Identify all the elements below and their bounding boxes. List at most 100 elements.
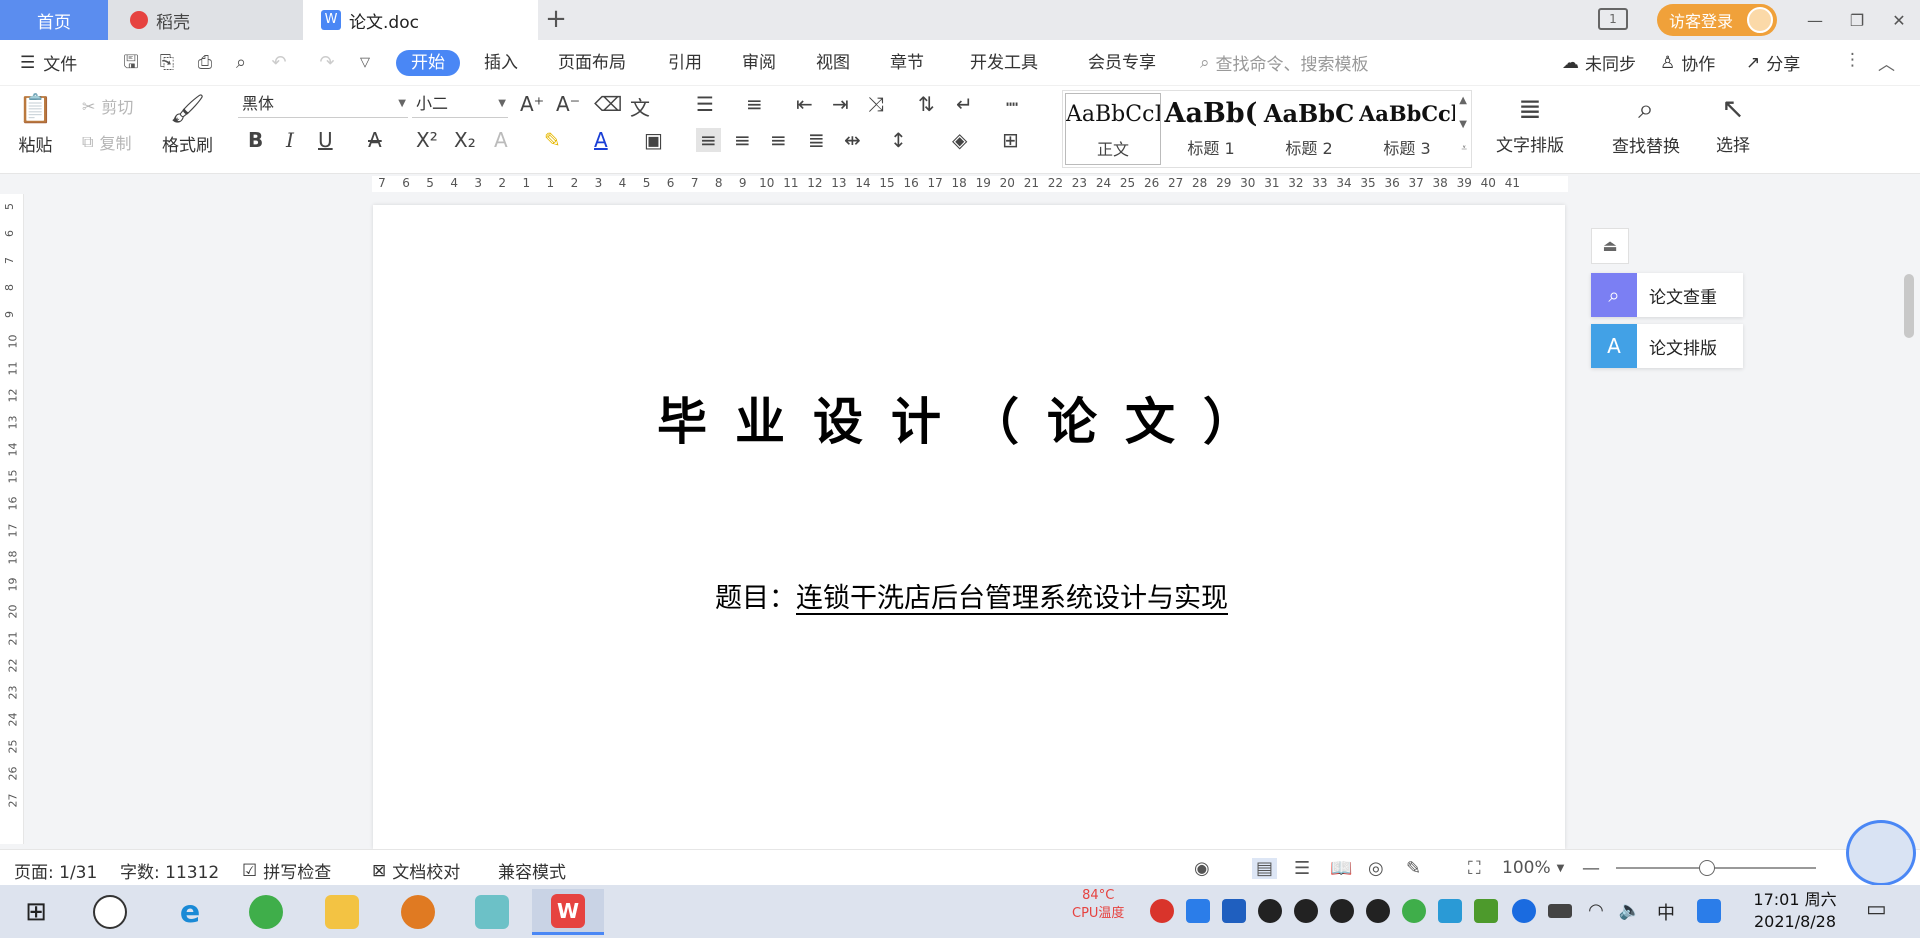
copy-button[interactable]: ⧉ 复制 (82, 130, 131, 154)
360-browser-icon[interactable] (238, 889, 294, 935)
wps-taskbar-icon[interactable]: W (532, 889, 604, 935)
collapse-ribbon-icon[interactable]: ︿ (1878, 50, 1895, 75)
menu-chapter[interactable]: 章节 (890, 50, 924, 76)
qq-icon[interactable] (1366, 899, 1390, 923)
line-spacing-icon[interactable]: ↕ (890, 128, 907, 152)
style-heading-3[interactable]: AaBbCcl 标题 3 (1359, 93, 1455, 165)
justify-icon[interactable]: ≣ (808, 128, 825, 152)
redo-icon[interactable]: ↷ (316, 52, 338, 74)
game-app-icon[interactable] (390, 889, 446, 935)
write-mode-icon[interactable]: ✎ (1406, 858, 1421, 879)
menu-review[interactable]: 审阅 (742, 50, 776, 76)
minimize-icon[interactable]: — (1794, 0, 1836, 40)
zoom-slider-handle[interactable] (1698, 860, 1715, 876)
style-expand-icon[interactable]: ⩡ (1461, 143, 1467, 154)
search-app-icon[interactable] (1697, 899, 1721, 923)
assistant-avatar[interactable] (1846, 820, 1916, 886)
battery-icon[interactable] (1548, 904, 1572, 918)
sort-icon[interactable]: ⇅ (918, 92, 935, 116)
share-button[interactable]: ↗ 分享 (1746, 50, 1800, 76)
more-icon[interactable]: ⋮ (1844, 50, 1861, 70)
menu-start[interactable]: 开始 (396, 50, 460, 76)
horizontal-ruler[interactable]: 7 6 5 4 3 2 1 1 2 3 4 5 6 7 8 9 10 11 12 13 14 15 16 17 18 19 20 21… (0, 174, 1920, 194)
eye-protection-icon[interactable]: ◉ (1194, 858, 1210, 879)
menu-references[interactable]: 引用 (668, 50, 702, 76)
borders-icon[interactable]: ⊞ (1002, 128, 1019, 152)
file-explorer-icon[interactable] (314, 889, 370, 935)
system-clock[interactable]: 17:01 周六 2021/8/28 (1740, 889, 1850, 933)
style-heading-2[interactable]: AaBbC 标题 2 (1261, 93, 1357, 165)
menu-view[interactable]: 视图 (816, 50, 850, 76)
window-layout-button[interactable]: 1 (1598, 8, 1628, 30)
style-scroll-down-icon[interactable]: ▼ (1459, 119, 1467, 130)
show-marks-icon[interactable]: ↵ (956, 92, 973, 116)
fit-page-icon[interactable]: ⛶ (1468, 858, 1481, 879)
undo-icon[interactable]: ↶ (268, 52, 290, 74)
cut-button[interactable]: ✂ 剪切 (82, 94, 133, 118)
decrease-indent-icon[interactable]: ⇤ (796, 92, 813, 116)
guest-login-button[interactable]: 访客登录 (1657, 4, 1777, 36)
document-subject[interactable]: 题目：连锁干洗店后台管理系统设计与实现 (715, 576, 1228, 615)
bullet-list-icon[interactable]: ☰ (696, 92, 714, 116)
subscript-icon[interactable]: X₂ (454, 128, 476, 152)
menu-developer[interactable]: 开发工具 (970, 50, 1038, 76)
select-button[interactable]: ↖ 选择 (1716, 92, 1750, 156)
zoom-select[interactable]: 100% ▼ (1502, 858, 1564, 878)
pinwheel-app-icon[interactable] (82, 889, 138, 935)
shrink-font-icon[interactable]: A⁻ (556, 92, 580, 116)
qq-icon[interactable] (1294, 899, 1318, 923)
spellcheck-button[interactable]: ☑ 拼写检查 (242, 858, 331, 884)
command-search[interactable]: ⌕ 查找命令、搜索模板 (1200, 50, 1369, 76)
collaborate-button[interactable]: ♙ 协作 (1660, 50, 1715, 76)
increase-indent-icon[interactable]: ⇥ (832, 92, 849, 116)
save-icon[interactable]: 🖫 (120, 52, 142, 74)
side-panel-collapse-button[interactable]: ⏏ (1591, 228, 1629, 264)
file-menu[interactable]: ☰ 文件 (20, 50, 77, 76)
superscript-icon[interactable]: X² (416, 128, 438, 152)
style-normal[interactable]: AaBbCcI 正文 (1065, 93, 1161, 165)
distribute-icon[interactable]: ⇹ (844, 128, 861, 152)
menu-page-layout[interactable]: 页面布局 (558, 50, 626, 76)
strikethrough-icon[interactable]: A (368, 128, 382, 152)
notification-icon[interactable]: ▭ (1866, 897, 1887, 922)
zoom-out-icon[interactable]: — (1582, 858, 1600, 879)
clear-format-icon[interactable]: ⌫ (594, 92, 622, 116)
align-center-icon[interactable]: ≡ (734, 128, 751, 152)
bold-icon[interactable]: B (248, 128, 263, 152)
style-heading-1[interactable]: AaBb( 标题 1 (1163, 93, 1259, 165)
windows-start-icon[interactable]: ⊞ (8, 889, 64, 935)
menu-member[interactable]: 会员专享 (1088, 50, 1156, 76)
vertical-scrollbar[interactable] (1899, 194, 1920, 844)
bluetooth-icon[interactable] (1512, 899, 1536, 923)
qq-icon[interactable] (1258, 899, 1282, 923)
chinese-layout-icon[interactable]: ⤨ (868, 92, 884, 116)
underline-icon[interactable]: U (318, 128, 333, 152)
page-indicator[interactable]: 页面: 1/31 (14, 858, 97, 883)
grow-font-icon[interactable]: A⁺ (520, 92, 544, 116)
format-painter-button[interactable]: 🖌 格式刷 (162, 92, 213, 156)
outline-view-icon[interactable]: ☰ (1294, 858, 1310, 879)
paper-format-button[interactable]: A 论文排版 (1591, 324, 1743, 368)
input-method-indicator[interactable]: 中 (1657, 899, 1675, 925)
page-view-icon[interactable]: ▤ (1252, 858, 1278, 879)
export-pdf-icon[interactable]: ⎘ (156, 52, 178, 74)
print-icon[interactable]: ⎙ (194, 52, 216, 74)
tray-app-icon[interactable] (1438, 899, 1462, 923)
text-layout-button[interactable]: ≣ 文字排版 (1496, 92, 1564, 156)
word-count[interactable]: 字数: 11312 (120, 858, 219, 883)
cpu-temperature[interactable]: 84°C CPU温度 (1072, 887, 1124, 923)
wifi-icon[interactable]: ◠ (1584, 899, 1608, 923)
paper-check-button[interactable]: ⌕ 论文查重 (1591, 273, 1743, 317)
reading-view-icon[interactable]: 📖 (1330, 858, 1352, 879)
paste-button[interactable]: 📋 粘贴 (18, 92, 53, 156)
style-scroll-up-icon[interactable]: ▲ (1459, 95, 1467, 106)
qq-icon[interactable] (1330, 899, 1354, 923)
proofread-button[interactable]: ⊠ 文档校对 (372, 858, 460, 884)
text-effect-icon[interactable]: A (494, 128, 508, 152)
print-preview-icon[interactable]: ⌕ (230, 52, 252, 74)
tray-app-icon[interactable] (1186, 899, 1210, 923)
font-name-select[interactable]: 黑体 ▼ (238, 92, 408, 118)
volume-icon[interactable]: 🔈 (1618, 899, 1642, 923)
web-view-icon[interactable]: ◎ (1368, 858, 1384, 879)
close-icon[interactable]: ✕ (1878, 0, 1920, 40)
